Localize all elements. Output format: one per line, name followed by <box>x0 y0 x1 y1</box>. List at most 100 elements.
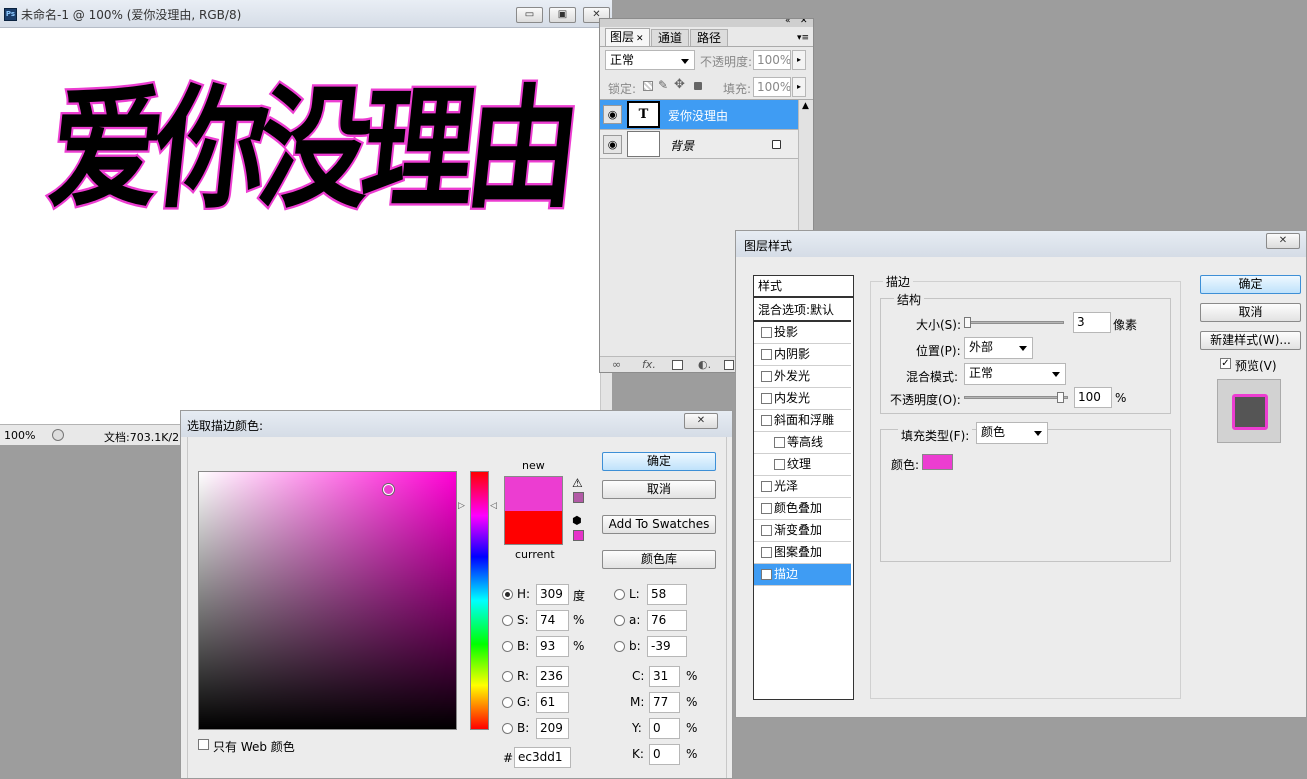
m-field[interactable]: 77 <box>649 692 680 713</box>
layer-row-background[interactable]: ◉ 背景 <box>600 130 798 159</box>
opacity-field[interactable]: 100 <box>1074 387 1112 408</box>
status-menu-icon[interactable] <box>52 429 64 441</box>
gamut-warning-swatch[interactable] <box>573 492 584 503</box>
minimize-button[interactable]: ▭ <box>516 7 543 23</box>
style-item[interactable]: 等高线 <box>754 432 851 454</box>
lock-all-icon[interactable] <box>694 82 702 90</box>
layer-row-text[interactable]: ◉ T 爱你没理由 <box>600 100 798 130</box>
ok-button[interactable]: 确定 <box>602 452 716 471</box>
style-item[interactable]: 投影 <box>754 322 851 344</box>
panel-collapse-icon[interactable]: « <box>785 19 791 26</box>
size-slider[interactable] <box>963 317 1064 328</box>
layer-name[interactable]: 背景 <box>670 137 694 154</box>
preview-label[interactable]: 预览(V) <box>1235 357 1277 374</box>
cancel-button[interactable]: 取消 <box>602 480 716 499</box>
panel-menu-icon[interactable]: ▾≡ <box>797 33 809 43</box>
r-field[interactable]: 236 <box>536 666 569 687</box>
l-radio[interactable] <box>614 589 625 600</box>
style-item[interactable]: 光泽 <box>754 476 851 498</box>
blend-mode-select[interactable]: 正常 <box>605 50 695 70</box>
style-checkbox[interactable] <box>761 393 772 404</box>
web-cube-icon[interactable]: ⬢ <box>572 514 582 527</box>
s-radio[interactable] <box>502 615 513 626</box>
style-checkbox[interactable] <box>761 547 772 558</box>
a-radio[interactable] <box>614 615 625 626</box>
style-checkbox[interactable] <box>761 327 772 338</box>
r-radio[interactable] <box>502 671 513 682</box>
hue-slider[interactable] <box>470 471 489 730</box>
style-checkbox[interactable] <box>774 437 785 448</box>
fill-field[interactable]: 100% <box>753 77 791 97</box>
tab-layers[interactable]: 图层 ✕ <box>605 28 650 46</box>
g-radio[interactable] <box>502 697 513 708</box>
opacity-slider-thumb[interactable] <box>1057 392 1064 403</box>
size-field[interactable]: 3 <box>1073 312 1111 333</box>
style-checkbox[interactable] <box>761 503 772 514</box>
lock-image-icon[interactable]: ✎ <box>658 78 668 92</box>
close-button[interactable]: ✕ <box>1266 233 1300 249</box>
lock-position-icon[interactable]: ✥ <box>674 77 685 92</box>
style-item[interactable]: 颜色叠加 <box>754 498 851 520</box>
size-slider-thumb[interactable] <box>963 317 971 328</box>
style-checkbox[interactable] <box>761 525 772 536</box>
document-titlebar[interactable]: Ps 未命名-1 @ 100% (爱你没理由, RGB/8) ▭ ▣ ✕ <box>0 0 612 28</box>
style-item[interactable]: ✓ 描边 <box>754 564 851 586</box>
lock-transparent-icon[interactable] <box>643 81 653 91</box>
dialog-titlebar[interactable]: 选取描边颜色: ✕ <box>181 411 732 437</box>
warning-icon[interactable]: ⚠ <box>572 476 583 490</box>
style-item[interactable]: 斜面和浮雕 <box>754 410 851 432</box>
position-select[interactable]: 外部 <box>964 337 1033 359</box>
preview-checkbox[interactable]: ✓ <box>1220 358 1231 369</box>
fx-icon[interactable]: fx. <box>642 358 656 371</box>
h-radio[interactable] <box>502 589 513 600</box>
a-field[interactable]: 76 <box>647 610 687 631</box>
lab-b-field[interactable]: -39 <box>647 636 687 657</box>
ok-button[interactable]: 确定 <box>1200 275 1301 294</box>
web-colors-label[interactable]: 只有 Web 颜色 <box>213 738 295 755</box>
opacity-field[interactable]: 100% <box>753 50 791 70</box>
visibility-eye-icon[interactable]: ◉ <box>603 105 622 124</box>
opacity-arrow-icon[interactable]: ▸ <box>792 50 806 70</box>
l-field[interactable]: 58 <box>647 584 687 605</box>
style-checkbox[interactable] <box>774 459 785 470</box>
web-colors-checkbox[interactable] <box>198 739 209 750</box>
layer-name[interactable]: 爱你没理由 <box>668 107 728 124</box>
restore-button[interactable]: ▣ <box>549 7 576 23</box>
add-to-swatches-button[interactable]: Add To Swatches <box>602 515 716 534</box>
cancel-button[interactable]: 取消 <box>1200 303 1301 322</box>
current-color-swatch[interactable] <box>505 511 562 544</box>
saturation-brightness-field[interactable] <box>198 471 457 730</box>
style-item[interactable]: 混合选项:默认 <box>754 300 851 322</box>
tab-channels[interactable]: 通道 <box>651 29 689 46</box>
brightness-field[interactable]: 93 <box>536 636 569 657</box>
visibility-eye-icon[interactable]: ◉ <box>603 135 622 154</box>
style-checkbox[interactable] <box>761 415 772 426</box>
style-item[interactable]: 内发光 <box>754 388 851 410</box>
scroll-up-icon[interactable]: ▲ <box>802 101 809 111</box>
style-item[interactable]: 渐变叠加 <box>754 520 851 542</box>
new-style-button[interactable]: 新建样式(W)... <box>1200 331 1301 350</box>
hue-pointer-right-icon[interactable]: ◁ <box>490 501 497 511</box>
group-icon[interactable] <box>724 360 734 370</box>
style-item[interactable]: 内阴影 <box>754 344 851 366</box>
style-item[interactable]: 纹理 <box>754 454 851 476</box>
style-checkbox[interactable]: ✓ <box>761 569 772 580</box>
panel-close-icon[interactable]: ✕ <box>800 19 808 26</box>
k-field[interactable]: 0 <box>649 744 680 765</box>
y-field[interactable]: 0 <box>649 718 680 739</box>
canvas[interactable]: 爱你没理由 <box>0 28 600 424</box>
hex-field[interactable]: ec3dd1 <box>514 747 571 768</box>
close-button[interactable]: ✕ <box>684 413 718 429</box>
hue-pointer-left-icon[interactable]: ▷ <box>458 501 465 511</box>
fill-type-select[interactable]: 颜色 <box>976 422 1048 444</box>
c-field[interactable]: 31 <box>649 666 680 687</box>
brightness-radio[interactable] <box>502 641 513 652</box>
blend-mode-select[interactable]: 正常 <box>964 363 1066 385</box>
blue-field[interactable]: 209 <box>536 718 569 739</box>
style-item[interactable]: 图案叠加 <box>754 542 851 564</box>
fill-arrow-icon[interactable]: ▸ <box>792 77 806 97</box>
mask-icon[interactable] <box>672 360 683 370</box>
g-field[interactable]: 61 <box>536 692 569 713</box>
stroke-color-swatch[interactable] <box>922 454 953 470</box>
h-field[interactable]: 309 <box>536 584 569 605</box>
